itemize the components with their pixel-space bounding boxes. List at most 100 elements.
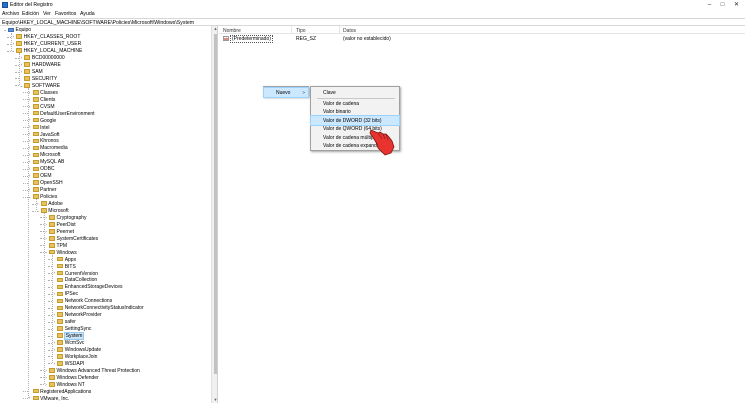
collapsed-chevron-icon[interactable]: › [44,382,49,387]
tree-node[interactable]: › BCD00000000 [0,54,211,61]
tree-node[interactable]: › HKEY_CURRENT_USER [0,40,211,47]
tree-node[interactable]: › Cryptography [0,214,211,221]
tree-node[interactable]: › Microsoft [0,152,211,159]
tree-node[interactable]: › JavaSoft [0,131,211,138]
tree-node[interactable]: › Windows Advanced Threat Protection [0,367,211,374]
scroll-up-arrow-icon[interactable]: ▲ [212,26,217,32]
tree-node[interactable]: ⌄ Policies [0,193,211,200]
column-datos[interactable]: Datos [343,28,356,34]
tree-node[interactable]: NetworkConnectivityStatusIndicator [0,305,211,312]
tree-node[interactable]: › Classes [0,89,211,96]
expanded-chevron-icon[interactable]: ⌄ [35,208,40,213]
tree-node[interactable]: › HARDWARE [0,61,211,68]
collapsed-chevron-icon[interactable]: › [27,124,32,129]
tree-node[interactable]: EnhancedStorageDevices [0,284,211,291]
tree-node[interactable]: › HKEY_CLASSES_ROOT [0,33,211,40]
tree-node[interactable]: WorkplaceJoin [0,353,211,360]
collapsed-chevron-icon[interactable]: › [27,152,32,157]
tree-node[interactable]: › SystemCertificates [0,235,211,242]
tree-node[interactable]: › Peernet [0,228,211,235]
tree-node[interactable]: RegisteredApplications [0,388,211,395]
tree-node[interactable]: System [0,332,211,341]
collapsed-chevron-icon[interactable]: › [27,166,32,171]
tree-node[interactable]: DataCollection [0,277,211,284]
maximize-button[interactable]: □ [716,0,729,10]
collapsed-chevron-icon[interactable]: › [27,145,32,150]
tree-node[interactable]: › VMware, Inc. [0,395,211,402]
tree-node[interactable]: › MySQL AB [0,159,211,166]
collapsed-chevron-icon[interactable]: › [44,229,49,234]
column-nombre[interactable]: Nombre [223,28,241,34]
close-button[interactable]: ✕ [730,0,743,10]
tree-node[interactable]: › Intel [0,124,211,131]
expanded-chevron-icon[interactable]: ⌄ [11,48,16,53]
collapsed-chevron-icon[interactable]: › [11,41,16,46]
tree-node[interactable]: › CurrentVersion [0,270,211,277]
collapsed-chevron-icon[interactable]: › [19,62,24,67]
collapsed-chevron-icon[interactable]: › [27,173,32,178]
tree-node[interactable]: › SAM [0,68,211,75]
minimize-button[interactable]: – [703,0,716,10]
tree-node[interactable]: SettingSync [0,325,211,332]
expanded-chevron-icon[interactable]: ⌄ [3,27,8,32]
collapsed-chevron-icon[interactable]: › [27,159,32,164]
tree-scrollbar[interactable]: ▲ ▼ [211,26,217,403]
collapsed-chevron-icon[interactable]: › [27,138,32,143]
tree-node[interactable]: › PeerDist [0,221,211,228]
tree-node[interactable]: OpenSSH [0,179,211,186]
tree-node[interactable]: › Google [0,117,211,124]
collapsed-chevron-icon[interactable]: › [27,131,32,136]
collapsed-chevron-icon[interactable]: › [52,361,57,366]
submenu-item-clave[interactable]: Clave [311,88,399,97]
collapsed-chevron-icon[interactable]: › [52,312,57,317]
tree-node[interactable]: › Khronos [0,138,211,145]
tree-node[interactable]: › Windows Defender [0,374,211,381]
collapsed-chevron-icon[interactable]: › [52,347,57,352]
collapsed-chevron-icon[interactable]: › [27,97,32,102]
tree-node[interactable]: ⌄ HKEY_LOCAL_MACHINE [0,47,211,54]
menu-edicion[interactable]: Edición [22,11,39,17]
collapsed-chevron-icon[interactable]: › [27,395,32,400]
tree-node[interactable]: › OEM [0,172,211,179]
tree-node[interactable]: › Adobe [0,200,211,207]
collapsed-chevron-icon[interactable]: › [44,236,49,241]
tree-node[interactable]: ⌄ Equipo [0,27,211,34]
tree-node[interactable]: ⌄ Windows [0,249,211,256]
tree-node[interactable]: › CVSM [0,103,211,110]
tree-node[interactable]: › Partner [0,186,211,193]
tree-node[interactable]: ⌄ SOFTWARE [0,82,211,89]
collapsed-chevron-icon[interactable]: › [52,270,57,275]
values-pane[interactable]: Nombre Tipo Datos ab (Predeterminado) RE… [219,26,745,403]
tree-node[interactable]: › WcmSvc [0,339,211,346]
menu-ayuda[interactable]: Ayuda [80,11,95,17]
tree-node[interactable]: Network Connections [0,298,211,305]
collapsed-chevron-icon[interactable]: › [52,340,57,345]
collapsed-chevron-icon[interactable]: › [19,55,24,60]
tree-node[interactable]: BITS [0,263,211,270]
menu-archivo[interactable]: Archivo [2,11,19,17]
tree-scrollbar-thumb[interactable] [213,34,217,374]
tree-node[interactable]: TPM [0,242,211,249]
tree-node[interactable]: › Macromedia [0,145,211,152]
address-bar[interactable]: Equipo\HKEY_LOCAL_MACHINE\SOFTWARE\Polic… [0,18,745,26]
tree-node[interactable]: › IPSec [0,291,211,298]
menu-ver[interactable]: Ver [43,11,51,17]
collapsed-chevron-icon[interactable]: › [19,69,24,74]
tree-node[interactable]: › Windows NT [0,381,211,388]
collapsed-chevron-icon[interactable]: › [27,104,32,109]
column-tipo[interactable]: Tipo [296,28,306,34]
collapsed-chevron-icon[interactable]: › [44,222,49,227]
tree-node[interactable]: › safer [0,318,211,325]
value-row-default[interactable]: ab (Predeterminado) REG_SZ (valor no est… [219,34,745,43]
menu-item-nuevo[interactable]: Nuevo > [263,87,309,98]
expanded-chevron-icon[interactable]: ⌄ [27,194,32,199]
tree-node[interactable]: › NetworkProvider [0,311,211,318]
collapsed-chevron-icon[interactable]: › [44,375,49,380]
menu-favoritos[interactable]: Favoritos [55,11,76,17]
collapsed-chevron-icon[interactable]: › [27,187,32,192]
tree-node[interactable]: › Clients [0,96,211,103]
collapsed-chevron-icon[interactable]: › [11,34,16,39]
tree-node[interactable]: › WSDAPI [0,360,211,367]
scroll-down-arrow-icon[interactable]: ▼ [212,397,217,403]
collapsed-chevron-icon[interactable]: › [35,201,40,206]
